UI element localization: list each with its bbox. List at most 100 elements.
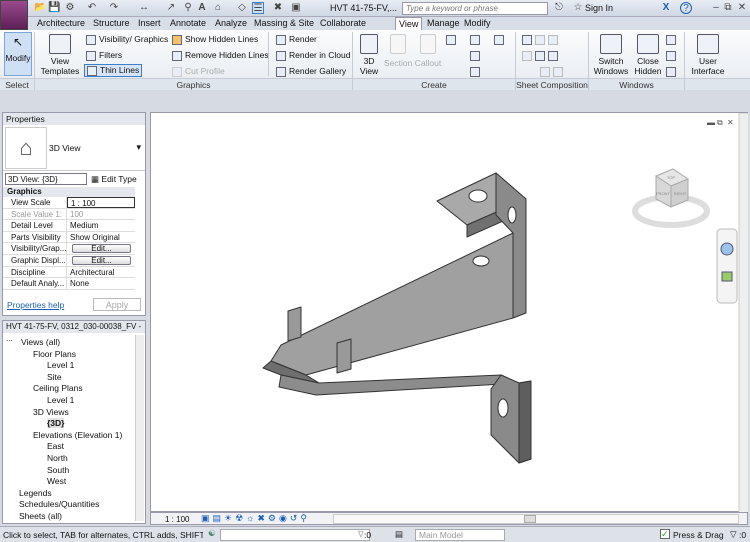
measure-icon[interactable]: ↔ — [138, 2, 150, 14]
scroll-thumb[interactable] — [524, 515, 536, 523]
plan-views-button[interactable] — [446, 34, 459, 45]
schedules-button[interactable] — [494, 34, 507, 45]
minimize-view-icon[interactable]: ▬ — [707, 118, 715, 127]
close-hidden-icon[interactable]: ✖ — [272, 2, 284, 14]
open-icon[interactable]: 📂 — [34, 2, 46, 14]
tree-item[interactable]: Ceiling Plans — [33, 383, 83, 393]
worksets-icon[interactable]: ☯ — [208, 528, 216, 539]
design-option-dropdown[interactable]: Main Model — [415, 529, 505, 541]
press-drag-checkbox[interactable]: ✓ — [660, 529, 670, 539]
close-icon[interactable]: ✕ — [736, 2, 748, 14]
vertical-scrollbar[interactable] — [738, 112, 750, 514]
help-icon[interactable]: ? — [680, 2, 692, 14]
redo-icon[interactable]: ↷ — [108, 2, 120, 14]
property-value[interactable]: Show Original — [67, 232, 135, 243]
tree-item[interactable]: North — [47, 453, 68, 463]
modify-button[interactable]: ↖ Modify — [4, 32, 32, 76]
tree-item[interactable]: West — [47, 476, 66, 486]
render-in-cloud-button[interactable]: Render in Cloud — [276, 50, 350, 61]
horizontal-scrollbar[interactable] — [333, 514, 739, 524]
visibility-graphics-button[interactable]: Visibility/ Graphics — [86, 34, 168, 45]
star-icon[interactable]: ☆ — [572, 2, 584, 14]
callout-button[interactable]: Callout — [414, 34, 442, 68]
tree-item[interactable]: Views (all) — [21, 337, 60, 347]
tree-item[interactable]: Elevations (Elevation 1) — [33, 430, 122, 440]
property-value[interactable]: Architectural — [67, 267, 135, 278]
type-selector[interactable]: ⌂ 3D View ▾ — [3, 125, 145, 171]
3d-view-icon[interactable]: ⌂ — [212, 2, 224, 14]
restore-view-icon[interactable]: ⧉ — [717, 118, 723, 127]
render-gallery-button[interactable]: Render Gallery — [276, 66, 346, 77]
tab-view[interactable]: View — [395, 17, 423, 30]
text-icon[interactable]: A — [196, 2, 208, 14]
section-icon[interactable]: ◇ — [236, 2, 248, 14]
tab-manage[interactable]: Manage — [424, 17, 463, 30]
edit-type-button[interactable]: ▦ Edit Type — [91, 174, 137, 185]
show-hidden-lines-button[interactable]: Show Hidden Lines — [172, 34, 258, 45]
switch-windows-icon[interactable]: ▣ — [290, 2, 302, 14]
tab-collaborate[interactable]: Collaborate — [317, 17, 369, 30]
save-icon[interactable]: 💾 — [48, 2, 60, 14]
tree-item[interactable]: Site — [47, 372, 62, 382]
property-value[interactable]: None — [67, 278, 135, 289]
apply-button[interactable]: Apply — [93, 298, 141, 311]
restore-icon[interactable]: ⧉ — [722, 2, 734, 14]
sign-in-button[interactable]: Sign In — [585, 3, 613, 13]
browser-scrollbar[interactable] — [135, 335, 144, 521]
thin-lines-icon[interactable]: ☰ — [252, 2, 264, 14]
tree-item[interactable]: Floor Plans — [33, 349, 76, 359]
property-value[interactable]: Medium — [67, 220, 135, 231]
tag-icon[interactable]: ⚲ — [182, 2, 194, 14]
value-text[interactable]: Edit... — [72, 255, 131, 265]
value-text[interactable]: Edit... — [72, 244, 131, 254]
render-button[interactable]: Render — [276, 34, 317, 45]
guide-grid-button[interactable] — [540, 66, 566, 77]
property-value[interactable]: 100 — [67, 209, 135, 220]
group-graphics[interactable]: Graphics — [3, 187, 135, 197]
tab-annotate[interactable]: Annotate — [167, 17, 209, 30]
filter-icon[interactable]: ▽ — [730, 529, 737, 540]
viewcube-front[interactable]: FRONT — [656, 191, 670, 196]
tree-item[interactable]: Legends — [19, 488, 52, 498]
view-scale[interactable]: 1 : 100 — [165, 515, 189, 524]
legends-button[interactable] — [470, 66, 483, 77]
tree-item[interactable]: Level 1 — [47, 395, 74, 405]
remove-hidden-lines-button[interactable]: Remove Hidden Lines — [172, 50, 269, 61]
cascade-button[interactable] — [666, 50, 679, 61]
dimension-icon[interactable]: ↗ — [165, 2, 177, 14]
close-hidden-button[interactable]: Close Hidden — [632, 34, 664, 76]
view-control-icons[interactable]: ▣▤☀☢☼✖⚙◉↺⚲ — [201, 513, 310, 524]
filters-button[interactable]: Filters — [86, 50, 122, 61]
tree-item[interactable]: Sheets (all) — [19, 511, 62, 521]
tab-structure[interactable]: Structure — [90, 17, 133, 30]
application-menu-button[interactable] — [0, 0, 28, 30]
tree-item[interactable]: Level 1 — [47, 360, 74, 370]
design-options-icon[interactable]: ▤ — [395, 529, 403, 540]
tab-modify[interactable]: Modify — [461, 17, 494, 30]
section-button[interactable]: Section — [384, 34, 412, 68]
exchange-icon[interactable]: X — [660, 2, 672, 14]
tree-item[interactable]: East — [47, 441, 64, 451]
tab-massing-site[interactable]: Massing & Site — [251, 17, 317, 30]
property-value[interactable]: Edit... — [67, 243, 135, 254]
close-view-icon[interactable]: ✕ — [727, 118, 734, 127]
properties-help-link[interactable]: Properties help — [7, 300, 64, 310]
instance-selector[interactable]: 3D View: {3D} — [5, 173, 87, 185]
3d-viewport[interactable]: TOP FRONT RIGHT ▬ ⧉ ✕ — [150, 112, 750, 514]
active-workset-editable-icon[interactable]: ∇ — [358, 529, 364, 540]
cut-profile-button[interactable]: Cut Profile — [172, 66, 225, 77]
workset-dropdown[interactable] — [220, 529, 370, 541]
tab-architecture[interactable]: Architecture — [34, 17, 88, 30]
tree-item[interactable]: {3D} — [47, 418, 65, 429]
user-interface-button[interactable]: User Interface — [688, 34, 728, 76]
tree-item[interactable]: Schedules/Quantities — [19, 499, 99, 509]
drafting-view-button[interactable] — [470, 34, 483, 45]
search-input[interactable]: Type a keyword or phrase — [402, 2, 548, 15]
property-value[interactable]: Edit... — [67, 255, 135, 266]
tree-item[interactable]: 3D Views — [33, 407, 69, 417]
tree-item[interactable]: South — [47, 465, 69, 475]
property-value[interactable]: 1 : 100 — [67, 197, 135, 208]
viewcube-right[interactable]: RIGHT — [674, 191, 687, 196]
tab-analyze[interactable]: Analyze — [212, 17, 250, 30]
sync-icon[interactable]: ⚙ — [64, 2, 76, 14]
